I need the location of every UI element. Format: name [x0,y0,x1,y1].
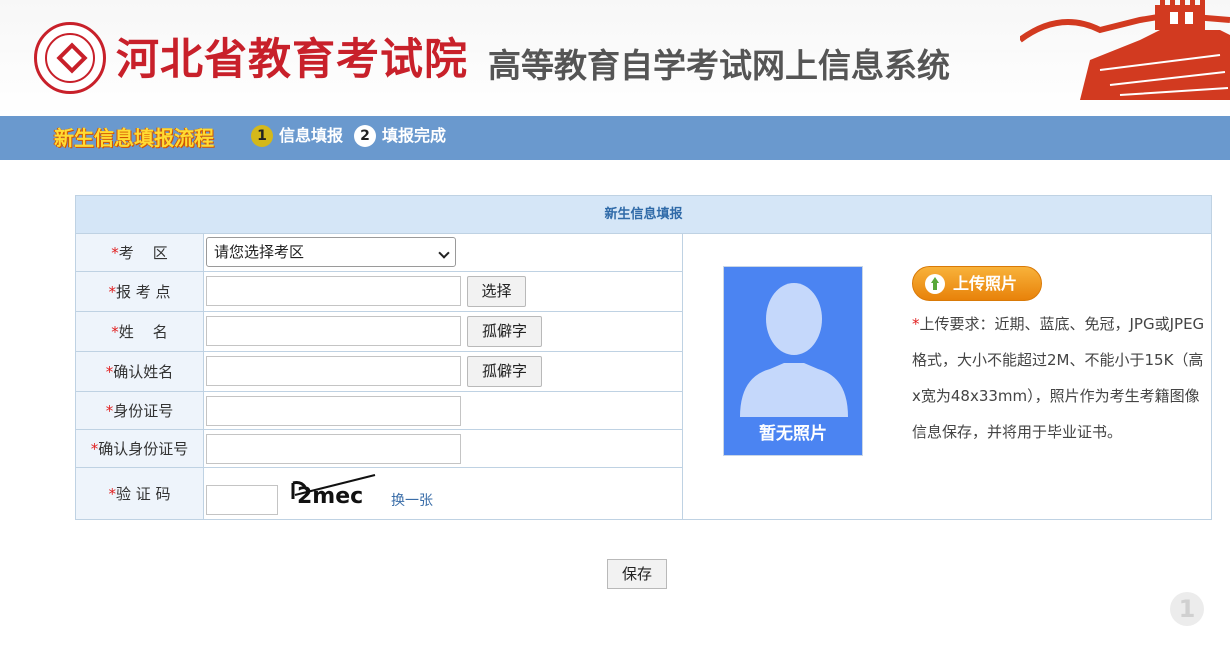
upload-arrow-icon [925,274,945,294]
required-mark: * [111,322,119,341]
row-exam-area: * 考 区 请您选择考区 [76,234,682,272]
step-2-badge: 2 [354,125,376,147]
name-input[interactable] [206,316,461,346]
row-exam-point: * 报 考 点 选择 [76,272,682,312]
confirm-name-label-text: 确认姓名 [113,363,174,381]
row-captcha: * 验 证 码 2mec 换一张 [76,468,682,519]
required-mark: * [105,362,114,381]
id-number-input[interactable] [206,396,461,426]
flow-title: 新生信息填报流程 [54,126,214,150]
exam-point-input[interactable] [206,276,461,306]
select-exam-point-button[interactable]: 选择 [467,276,526,307]
row-confirm-id: * 确认身份证号 [76,430,682,468]
confirm-id-input[interactable] [206,434,461,464]
required-mark: * [912,315,920,333]
exam-area-select[interactable]: 请您选择考区 [206,237,456,267]
required-mark: * [108,484,116,503]
form-title: 新生信息填报 [76,196,1211,234]
row-confirm-name: * 确认姓名 孤僻字 [76,352,682,392]
captcha-text: 2mec [297,484,363,509]
floating-badge[interactable]: 1 [1170,592,1204,626]
exam-area-selected: 请您选择考区 [214,243,305,261]
exam-area-label-text: 考 区 [118,244,168,262]
step-2-label: 填报完成 [382,126,447,145]
row-name: * 姓 名 孤僻字 [76,312,682,352]
org-name: 河北省教育考试院 [116,35,468,85]
refresh-captcha-link[interactable]: 换一张 [391,490,433,510]
id-number-label: * 身份证号 [76,392,204,429]
site-header: 河北省教育考试院 高等教育自学考试网上信息系统 [0,0,1230,116]
confirm-id-label: * 确认身份证号 [76,430,204,467]
confirm-name-input[interactable] [206,356,461,386]
captcha-image[interactable]: 2mec [291,471,377,509]
confirm-id-label-text: 确认身份证号 [98,440,189,458]
system-title: 高等教育自学考试网上信息系统 [488,46,950,85]
great-wall-illustration [1020,0,1230,100]
exam-point-label-text: 报 考 点 [115,283,171,301]
upload-requirements-text: 上传要求：近期、蓝底、免冠，JPG或JPEG格式，大小不能超过2M、不能小于15… [912,315,1205,441]
process-bar: 新生信息填报流程 1 信息填报 2 填报完成 [0,116,1230,160]
name-label: * 姓 名 [76,312,204,351]
step-1-badge: 1 [251,125,273,147]
upload-button-label: 上传照片 [953,274,1018,293]
rare-char-button[interactable]: 孤僻字 [467,316,542,347]
institute-seal-logo [34,22,106,94]
save-button[interactable]: 保存 [607,559,667,589]
captcha-label: * 验 证 码 [76,468,204,519]
photo-panel: 暂无照片 上传照片 *上传要求：近期、蓝底、免冠，JPG或JPEG格式，大小不能… [682,234,1211,519]
rare-char-button-confirm[interactable]: 孤僻字 [467,356,542,387]
captcha-label-text: 验 证 码 [115,485,171,503]
captcha-input[interactable] [206,485,278,515]
id-number-label-text: 身份证号 [113,402,174,420]
upload-photo-button[interactable]: 上传照片 [912,266,1042,301]
photo-placeholder: 暂无照片 [723,266,863,456]
exam-point-label: * 报 考 点 [76,272,204,311]
required-mark: * [108,282,116,301]
required-mark: * [90,439,99,458]
no-photo-caption: 暂无照片 [759,424,827,444]
upload-requirements: *上传要求：近期、蓝底、免冠，JPG或JPEG格式，大小不能超过2M、不能小于1… [912,306,1208,450]
seal-inner-ring [45,33,95,83]
required-mark: * [105,401,114,420]
exam-area-label: * 考 区 [76,234,204,271]
required-mark: * [111,243,119,262]
name-label-text: 姓 名 [118,323,168,341]
info-form: 新生信息填报 * 考 区 请您选择考区 * 报 考 点 选择 * 姓 名 孤僻字 * 确… [75,195,1212,520]
confirm-name-label: * 确认姓名 [76,352,204,391]
chevron-down-icon [438,247,450,259]
row-id-number: * 身份证号 [76,392,682,430]
step-1-label: 信息填报 [279,126,344,145]
seal-emblem-icon [56,42,88,74]
